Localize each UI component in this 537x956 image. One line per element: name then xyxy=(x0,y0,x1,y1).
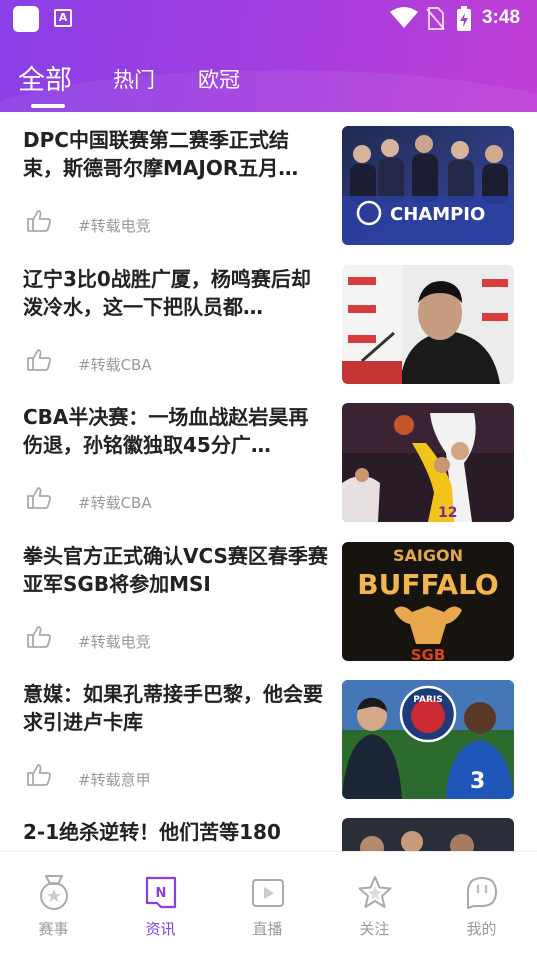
tab-champions-league[interactable]: 欧冠 xyxy=(198,64,240,94)
tab-hot[interactable]: 热门 xyxy=(113,64,155,94)
svg-text:3: 3 xyxy=(470,769,485,794)
status-time: 3:48 xyxy=(482,7,521,28)
news-item[interactable]: 2-1绝杀逆转！他们苦等180 xyxy=(0,804,537,851)
news-thumbnail[interactable]: SAIGON BUFFALO SGB xyxy=(342,542,514,661)
active-tab-indicator xyxy=(31,104,65,108)
news-thumbnail[interactable]: CHAMPIO xyxy=(342,126,514,245)
news-item[interactable]: CBA半决赛：一场血战赵岩昊再伤退，孙铭徽独取45分广… #转载CBA 12 xyxy=(0,389,537,527)
news-title[interactable]: 辽宁3比0战胜广厦，杨鸣赛后却泼冷水，这一下把队员都… xyxy=(23,265,328,321)
a-icon: A xyxy=(54,9,72,27)
battery-charging-icon xyxy=(457,6,471,31)
thumbnail-caption: SGB xyxy=(411,646,446,661)
thumbnail-caption: PARIS xyxy=(413,695,443,705)
news-tag: #转载CBA xyxy=(78,494,152,512)
thumbnail-caption: CHAMPIO xyxy=(390,204,485,225)
nav-item-events[interactable]: 赛事 xyxy=(0,852,107,956)
news-thumbnail[interactable]: PARIS 3 xyxy=(342,680,514,799)
thumbs-up-icon[interactable] xyxy=(26,348,52,372)
profile-icon xyxy=(467,877,497,909)
status-bar: A 3:48 xyxy=(0,0,537,38)
nav-label: 赛事 xyxy=(38,920,69,938)
news-item[interactable]: 拳头官方正式确认VCS赛区春季赛亚军SGB将参加MSI #转载电竞 SAIGON… xyxy=(0,528,537,666)
news-item[interactable]: DPC中国联赛第二赛季正式结束，斯德哥尔摩MAJOR五月… #转载电竞 CHAM… xyxy=(0,112,537,250)
nav-item-live[interactable]: 直播 xyxy=(214,852,321,956)
news-title[interactable]: 2-1绝杀逆转！他们苦等180 xyxy=(23,818,328,846)
news-title[interactable]: 拳头官方正式确认VCS赛区春季赛亚军SGB将参加MSI xyxy=(23,542,328,598)
nav-item-news[interactable]: N 资讯 xyxy=(107,852,214,956)
star-icon xyxy=(358,876,392,908)
nav-label: 直播 xyxy=(252,920,283,938)
app-icon xyxy=(13,6,39,32)
wifi-icon xyxy=(390,7,418,28)
news-tag: #转载CBA xyxy=(78,356,152,374)
svg-text:12: 12 xyxy=(438,505,457,521)
thumbs-up-icon[interactable] xyxy=(26,486,52,510)
news-title[interactable]: 意媒：如果孔蒂接手巴黎，他会要求引进卢卡库 xyxy=(23,680,328,736)
nav-label: 资讯 xyxy=(145,920,176,938)
news-thumbnail[interactable] xyxy=(342,818,514,851)
news-tag: #转载电竞 xyxy=(78,633,151,651)
news-item[interactable]: 意媒：如果孔蒂接手巴黎，他会要求引进卢卡库 #转载意甲 PARIS 3 xyxy=(0,666,537,804)
thumbs-up-icon[interactable] xyxy=(26,625,52,649)
svg-text:SAIGON: SAIGON xyxy=(393,546,463,565)
nav-item-follow[interactable]: 关注 xyxy=(321,852,428,956)
nav-label: 我的 xyxy=(466,920,497,938)
news-tag: #转载电竞 xyxy=(78,217,151,235)
tab-all[interactable]: 全部 xyxy=(18,58,72,97)
news-icon: N xyxy=(145,876,177,909)
news-feed[interactable]: DPC中国联赛第二赛季正式结束，斯德哥尔摩MAJOR五月… #转载电竞 CHAM… xyxy=(0,112,537,851)
news-tag: #转载意甲 xyxy=(78,771,151,789)
no-sim-icon xyxy=(426,7,445,30)
news-title[interactable]: DPC中国联赛第二赛季正式结束，斯德哥尔摩MAJOR五月… xyxy=(23,126,328,182)
thumbs-up-icon[interactable] xyxy=(26,209,52,233)
nav-item-profile[interactable]: 我的 xyxy=(428,852,535,956)
nav-label: 关注 xyxy=(359,920,390,938)
medal-icon xyxy=(40,875,68,910)
svg-text:N: N xyxy=(156,886,167,901)
news-thumbnail[interactable]: 12 xyxy=(342,403,514,522)
thumbs-up-icon[interactable] xyxy=(26,763,52,787)
svg-text:BUFFALO: BUFFALO xyxy=(357,568,498,601)
bottom-navigation: 赛事 N 资讯 直播 关注 我的 xyxy=(0,851,537,956)
news-item[interactable]: 辽宁3比0战胜广厦，杨鸣赛后却泼冷水，这一下把队员都… #转载CBA xyxy=(0,251,537,389)
category-tabs: 全部 热门 欧冠 xyxy=(0,62,537,106)
header: A 3:48 全部 热门 欧冠 xyxy=(0,0,537,112)
news-thumbnail[interactable] xyxy=(342,265,514,384)
news-title[interactable]: CBA半决赛：一场血战赵岩昊再伤退，孙铭徽独取45分广… xyxy=(23,403,328,459)
play-icon xyxy=(252,879,284,907)
